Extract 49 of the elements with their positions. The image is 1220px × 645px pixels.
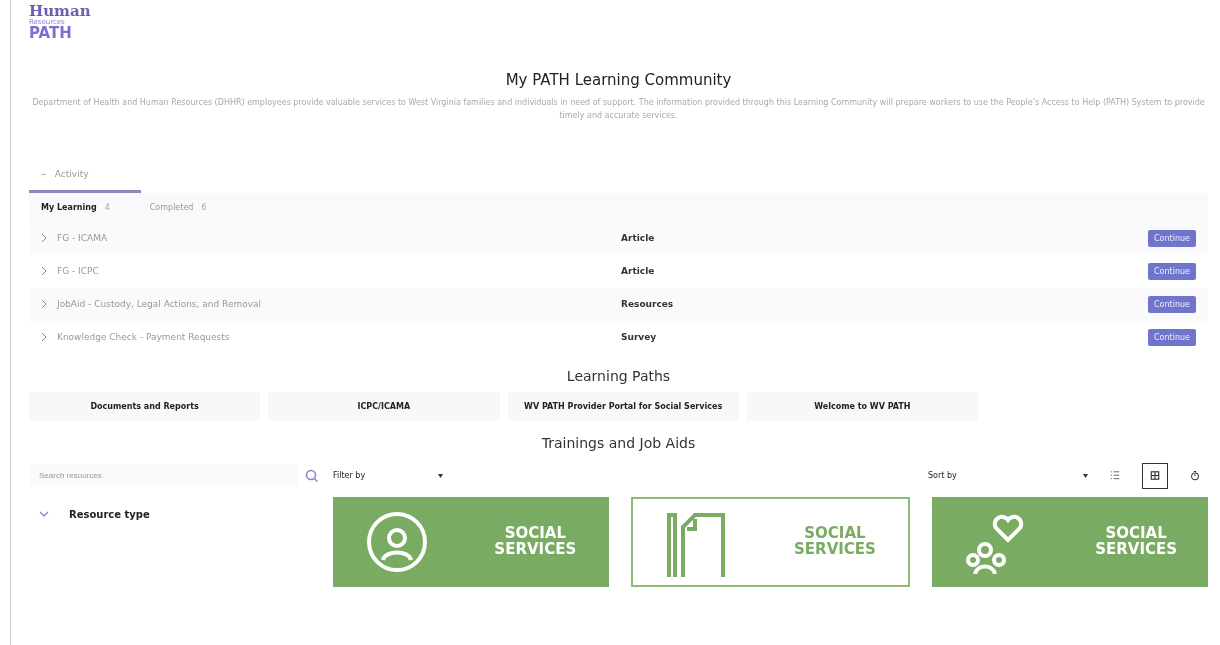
item-type: Resources	[621, 299, 675, 310]
caret-icon	[438, 473, 443, 478]
card-label: SOCIAL	[504, 525, 566, 542]
item-title: FG - ICPC	[57, 266, 99, 277]
item-title: JobAid - Custody, Legal Actions, and Removal	[57, 299, 262, 310]
tab[interactable]: My Learning 4	[41, 202, 110, 212]
continue-button[interactable]: Continue	[1148, 262, 1196, 280]
logo-text: PATH	[29, 26, 73, 41]
item-title: Knowledge Check - Payment Requests	[57, 332, 230, 343]
learning-path-tile[interactable]: WV PATH Provider Portal for Social Services	[507, 391, 739, 421]
section-title: Trainings and Job Aids	[540, 434, 697, 451]
card-label: SERVICES	[794, 541, 876, 558]
grid-view-button[interactable]	[1142, 462, 1168, 489]
item-type: Article	[621, 266, 656, 277]
resource-card[interactable]: SOCIAL SERVICES	[333, 496, 609, 587]
filter-dropdown[interactable]: Filter by	[333, 471, 443, 481]
search-icon[interactable]	[305, 468, 319, 483]
sort-dropdown[interactable]: Sort by	[928, 471, 1088, 481]
resource-card[interactable]: SOCIAL SERVICES	[932, 496, 1208, 587]
logo-text: Human	[29, 4, 92, 19]
continue-button[interactable]: Continue	[1148, 295, 1196, 313]
card-label: SOCIAL	[804, 525, 866, 542]
search-field[interactable]: Search resources	[29, 464, 297, 488]
chevron-right-icon[interactable]	[41, 233, 47, 244]
continue-button[interactable]: Continue	[1148, 229, 1196, 247]
card-label: SERVICES	[494, 541, 577, 558]
chevron-right-icon[interactable]	[41, 299, 47, 310]
continue-button[interactable]: Continue	[1148, 328, 1196, 346]
card-label: SOCIAL	[1105, 525, 1167, 542]
chevron-right-icon[interactable]	[41, 332, 47, 343]
description-text: Department of Health and Human Resources (DHHR) employees provide valuable services to West Virginia families and individuals in need of support. The information provided through this Learning Community will prepare workers to use the People's Access to Help (PATH) System to provide timely and accurate services.	[31, 97, 1206, 122]
item-type: Survey	[621, 332, 658, 343]
chevron-right-icon[interactable]	[41, 266, 47, 277]
section-title: Learning Paths	[565, 367, 672, 384]
facet-label: Resource type	[69, 508, 150, 520]
learning-path-tile[interactable]: Documents and Reports	[29, 391, 261, 421]
item-title: FG - ICAMA	[57, 233, 108, 244]
collapse-toggle[interactable]: −	[41, 168, 47, 180]
person-icon	[365, 509, 430, 574]
item-type: Article	[621, 233, 656, 244]
learning-path-tile[interactable]: ICPC/ICAMA	[268, 391, 500, 421]
caret-icon	[1083, 473, 1088, 478]
chevron-down-icon[interactable]	[39, 511, 49, 518]
card-label: SERVICES	[1095, 541, 1178, 558]
resource-card[interactable]: SOCIAL SERVICES	[630, 496, 911, 587]
section-label: Activity	[54, 169, 89, 180]
tab[interactable]: Completed 6	[149, 202, 207, 212]
learning-path-tile[interactable]: Welcome to WV PATH	[746, 391, 978, 421]
page-title: My PATH Learning Community	[504, 71, 733, 89]
